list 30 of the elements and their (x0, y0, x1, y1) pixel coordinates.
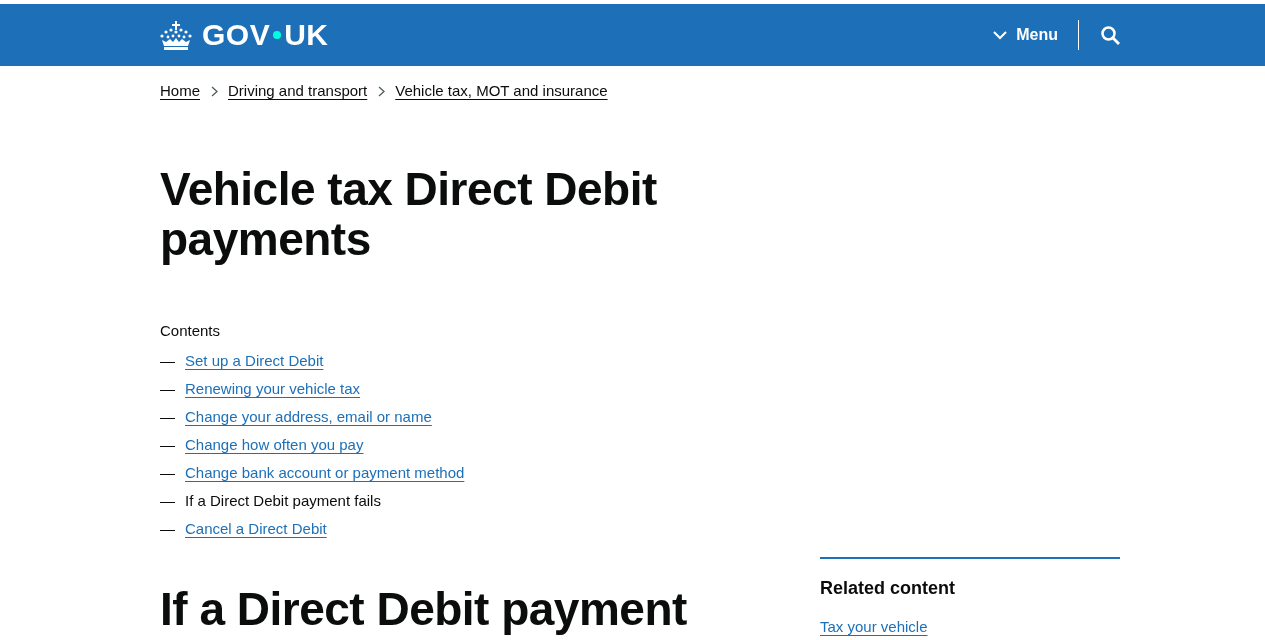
contents-link[interactable]: Change how often you pay (185, 433, 364, 457)
contents-link[interactable]: Change your address, email or name (185, 405, 432, 429)
current-section: If a Direct Debit payment fails (185, 489, 381, 513)
dash-marker: — (160, 379, 176, 399)
breadcrumb-link[interactable]: Home (160, 79, 200, 103)
dash-marker: — (160, 351, 176, 371)
breadcrumb-link[interactable]: Vehicle tax, MOT and insurance (395, 79, 608, 103)
chevron-right-icon (378, 85, 386, 97)
dot-icon (273, 31, 282, 39)
contents-heading: Contents (160, 321, 222, 341)
dash-marker: — (160, 519, 176, 539)
dash-marker: — (160, 435, 176, 455)
section-heading: If a Direct Debit payment (160, 584, 688, 634)
breadcrumb-link[interactable]: Driving and transport (228, 79, 368, 103)
contents-link[interactable]: Set up a Direct Debit (185, 349, 324, 373)
crown-icon (160, 20, 192, 50)
dash-marker: — (160, 407, 176, 427)
contents-link[interactable]: Cancel a Direct Debit (185, 517, 327, 541)
related-content-heading: Related content (820, 577, 957, 600)
dash-marker: — (160, 463, 176, 483)
chevron-right-icon (211, 85, 218, 97)
chevron-down-icon (993, 30, 1008, 40)
related-link[interactable]: Tax your vehicle (820, 618, 928, 635)
page-title: Vehicle tax Direct Debit payments (160, 164, 658, 264)
logo-link[interactable]: GOV UK (160, 20, 329, 50)
menu-button[interactable]: Menu (993, 19, 1058, 51)
contents-link[interactable]: Renewing your vehicle tax (185, 377, 361, 401)
contents-link[interactable]: Change bank account or payment method (185, 461, 465, 485)
search-icon[interactable] (1101, 25, 1120, 45)
dash-marker: — (160, 491, 176, 511)
